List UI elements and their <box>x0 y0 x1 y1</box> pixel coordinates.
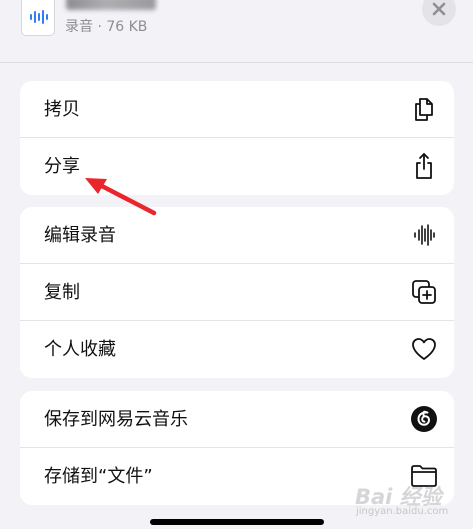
action-label: 编辑录音 <box>44 225 116 246</box>
file-meta: 录音 · 76 KB <box>65 19 148 35</box>
close-icon <box>432 2 446 16</box>
action-group-2: 编辑录音 复制 个人收藏 <box>20 207 454 378</box>
action-label: 复制 <box>44 282 80 303</box>
action-share[interactable]: 分享 <box>20 138 454 195</box>
action-favorite[interactable]: 个人收藏 <box>20 321 454 378</box>
duplicate-icon <box>410 278 438 306</box>
action-group-1: 拷贝 分享 <box>20 81 454 195</box>
watermark-url: jingyan.baidu.com <box>356 506 449 517</box>
action-save-to-netease-music[interactable]: 保存到网易云音乐 <box>20 391 454 448</box>
action-label: 分享 <box>44 156 80 177</box>
action-duplicate[interactable]: 复制 <box>20 264 454 321</box>
waveform-file-icon <box>21 0 55 36</box>
heart-icon <box>410 335 438 363</box>
action-label: 拷贝 <box>44 99 80 120</box>
action-edit-recording[interactable]: 编辑录音 <box>20 207 454 264</box>
share-icon <box>410 152 438 180</box>
file-title-redacted <box>66 0 156 10</box>
action-label: 保存到网易云音乐 <box>44 409 188 430</box>
close-button[interactable] <box>422 0 456 26</box>
copy-documents-icon <box>410 95 438 123</box>
netease-music-icon <box>410 405 438 433</box>
home-indicator[interactable] <box>150 519 324 525</box>
action-label: 存储到“文件” <box>44 466 153 487</box>
action-label: 个人收藏 <box>44 339 116 360</box>
action-copy[interactable]: 拷贝 <box>20 81 454 138</box>
file-header: 录音 · 76 KB <box>0 0 473 63</box>
waveform-icon <box>410 221 438 249</box>
